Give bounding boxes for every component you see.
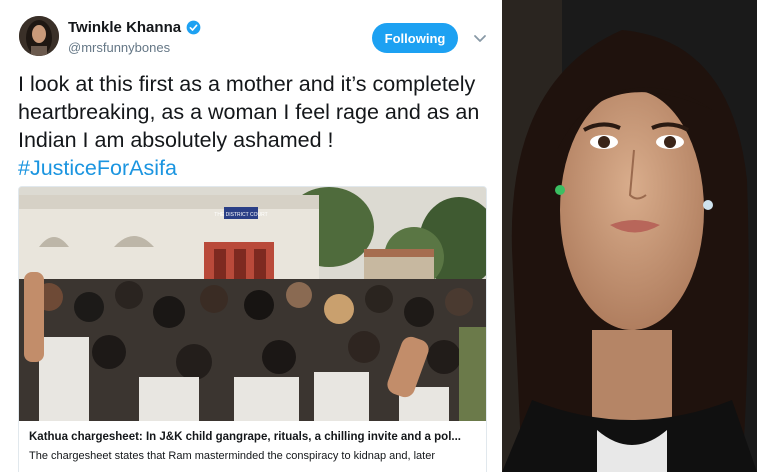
- following-button[interactable]: Following: [372, 23, 458, 53]
- tweet-text: I look at this first as a mother and it’…: [18, 70, 490, 182]
- verified-badge-icon: [186, 20, 201, 35]
- avatar[interactable]: [19, 16, 59, 56]
- court-sign: THE DISTRICT COURT: [214, 212, 267, 218]
- tweet-panel: Twinkle Khanna @mrsfunnybones Following …: [0, 0, 498, 472]
- user-handle[interactable]: @mrsfunnybones: [68, 40, 170, 55]
- card-image: THE DISTRICT COURT: [19, 187, 486, 421]
- tweet-body: I look at this first as a mother and it’…: [18, 72, 480, 152]
- portrait-photo: [502, 0, 757, 472]
- hashtag-link[interactable]: #JusticeForAsifa: [18, 156, 177, 180]
- link-card[interactable]: THE DISTRICT COURT Kathua chargesheet: I…: [18, 186, 487, 472]
- display-name[interactable]: Twinkle Khanna: [68, 19, 181, 36]
- card-title[interactable]: Kathua chargesheet: In J&K child gangrap…: [29, 431, 481, 443]
- chevron-down-icon[interactable]: [473, 31, 487, 45]
- card-description: The chargesheet states that Ram mastermi…: [29, 450, 435, 462]
- author-row: Twinkle Khanna: [68, 19, 201, 36]
